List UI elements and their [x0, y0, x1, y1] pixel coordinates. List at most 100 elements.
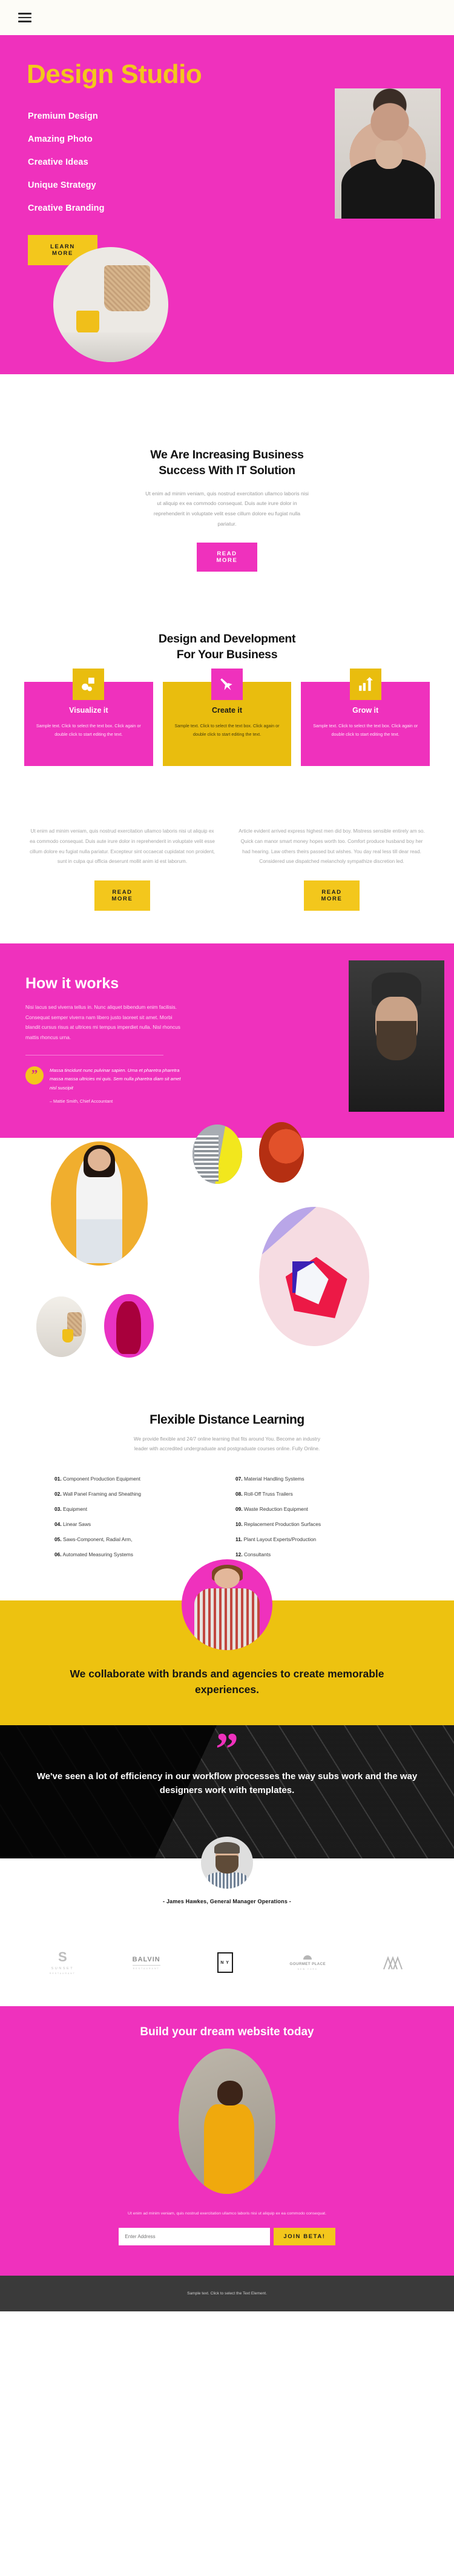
- avatar: [201, 1837, 253, 1889]
- learning-list: 01. Component Production Equipment 02. W…: [28, 1476, 426, 1567]
- list-item[interactable]: 10. Replacement Production Surfaces: [235, 1521, 400, 1527]
- footer-text: Sample text. Click to select the Text El…: [187, 2291, 267, 2296]
- laptop-workspace-image: [53, 247, 168, 362]
- service-card-text: Sample text. Click to select the text bo…: [36, 723, 141, 737]
- gallery-image-building: [192, 1124, 242, 1184]
- learning-list-right: 07. Material Handling Systems 08. Roll-O…: [235, 1476, 400, 1567]
- how-quote-author: – Mattie Smith, Chief Accountant: [50, 1098, 113, 1104]
- gourmet-place-logo: GOURMET PLACE NEW YORK: [290, 1955, 326, 1970]
- join-beta-button[interactable]: JOIN BETA!: [274, 2227, 335, 2245]
- mountain-logo: [383, 1955, 404, 1970]
- sunset-logo-mark: S: [58, 1949, 67, 1965]
- dome-icon: [303, 1955, 312, 1960]
- man-yellow-jacket-image: [179, 2049, 275, 2195]
- service-card-title: Visualize it: [69, 706, 108, 715]
- list-item[interactable]: 09. Waste Reduction Equipment: [235, 1506, 400, 1512]
- collaborate-section: We collaborate with brands and agencies …: [0, 1559, 454, 1726]
- list-item[interactable]: 04. Linear Saws: [54, 1521, 219, 1527]
- learning-paragraph: We provide flexible and 24/7 online lear…: [134, 1436, 320, 1451]
- subscribe-paragraph: Ut enim ad minim veniam, quis nostrud ex…: [128, 2211, 326, 2216]
- how-it-works-section: How it works Nisi lacus sed viverra tell…: [0, 943, 454, 1138]
- quote-mark-icon: ”: [215, 1725, 239, 1775]
- right-read-more-button[interactable]: READ MORE: [304, 880, 360, 911]
- service-card-text: Sample text. Click to select the text bo…: [313, 723, 418, 737]
- list-item[interactable]: 11. Plant Layout Experts/Production: [235, 1536, 400, 1542]
- list-item[interactable]: 02. Wall Panel Framing and Sheathing: [54, 1491, 219, 1497]
- list-item[interactable]: 05. Saws-Component, Radial Arm,: [54, 1536, 219, 1542]
- hero-section: Design Studio Premium Design Amazing Pho…: [0, 35, 454, 374]
- service-card-create[interactable]: Create it Sample text. Click to select t…: [162, 669, 292, 766]
- intro-paragraph: Ut enim ad minim veniam, quis nostrud ex…: [145, 490, 309, 527]
- testimonial-author-name: - James Hawkes, General Manager Operatio…: [163, 1898, 291, 1905]
- service-card-title: Create it: [211, 706, 243, 715]
- client-logos-section: S SUNSET RESTAURANT BALVIN RESTAURANT N …: [0, 1925, 454, 2007]
- intro-heading-line1: We Are Increasing Business: [150, 448, 304, 461]
- learning-heading: Flexible Distance Learning: [150, 1412, 304, 1427]
- gourmet-place-logo-title: GOURMET PLACE: [289, 1961, 326, 1966]
- gourmet-place-logo-sub: NEW YORK: [297, 1967, 318, 1970]
- left-paragraph: Ut enim ad minim veniam, quis nostrud ex…: [30, 828, 215, 865]
- gallery-image-envelope: [259, 1206, 369, 1346]
- intro-read-more-button[interactable]: READ MORE: [197, 542, 257, 572]
- divider: [132, 1964, 160, 1966]
- left-read-more-button[interactable]: READ MORE: [94, 880, 150, 911]
- quote-mark-icon: ”: [25, 1066, 44, 1085]
- gallery-image-pink-portrait: [104, 1293, 154, 1358]
- mountain-icon: [383, 1956, 403, 1970]
- text-column-left: Ut enim ad minim veniam, quis nostrud ex…: [28, 827, 217, 911]
- image-gallery-section: [0, 1121, 454, 1392]
- list-item[interactable]: 12. Consultants: [235, 1551, 400, 1557]
- services-heading-line1: Design and Development: [158, 632, 296, 646]
- gallery-image-red-fabric: [259, 1121, 304, 1183]
- email-field[interactable]: [119, 2227, 271, 2245]
- subscribe-form: JOIN BETA!: [36, 2227, 418, 2245]
- learning-list-left: 01. Component Production Equipment 02. W…: [54, 1476, 219, 1567]
- top-bar: [0, 0, 454, 35]
- service-card-visualize[interactable]: Visualize it Sample text. Click to selec…: [24, 669, 153, 766]
- gallery-image-desk: [36, 1296, 86, 1357]
- services-section: Design and Development For Your Business…: [0, 606, 454, 790]
- ny-logo: N Y: [217, 1952, 233, 1973]
- service-card-grow[interactable]: Grow it Sample text. Click to select the…: [301, 669, 430, 766]
- bar-chart-growth-icon: [349, 669, 381, 701]
- hamburger-menu-icon[interactable]: [18, 10, 31, 25]
- intro-heading-line2: Success With IT Solution: [159, 464, 295, 478]
- intro-section: We Are Increasing Business Success With …: [0, 374, 454, 606]
- subscribe-section: Build your dream website today Ut enim a…: [0, 2006, 454, 2276]
- text-column-right: Article evident arrived express highest …: [237, 827, 426, 911]
- sunset-logo-title: SUNSET: [51, 1967, 74, 1971]
- landing-page: Design Studio Premium Design Amazing Pho…: [0, 0, 454, 2311]
- bearded-man-image: [349, 960, 444, 1112]
- collaborate-heading: We collaborate with brands and agencies …: [70, 1667, 384, 1696]
- testimonial-author-section: - James Hawkes, General Manager Operatio…: [0, 1837, 454, 1926]
- sunset-logo-sub: RESTAURANT: [50, 1972, 76, 1975]
- page-title: Design Studio: [27, 59, 202, 89]
- young-man-portrait-image: [182, 1559, 272, 1650]
- testimonial-quote: We've seen a lot of efficiency in our wo…: [36, 1771, 418, 1795]
- list-item[interactable]: 07. Material Handling Systems: [235, 1476, 400, 1482]
- intro-heading: We Are Increasing Business Success With …: [54, 447, 400, 479]
- shapes-icon: [73, 669, 105, 701]
- balvin-logo-title: BALVIN: [132, 1955, 160, 1963]
- services-heading-line2: For Your Business: [176, 647, 278, 661]
- list-item[interactable]: 01. Component Production Equipment: [54, 1476, 219, 1482]
- hero-portrait-image: [335, 88, 441, 219]
- right-paragraph: Article evident arrived express highest …: [239, 828, 425, 865]
- service-cards: Visualize it Sample text. Click to selec…: [0, 669, 454, 766]
- sunset-logo: S SUNSET RESTAURANT: [50, 1950, 76, 1975]
- how-it-works-heading: How it works: [25, 975, 119, 992]
- list-item[interactable]: 03. Equipment: [54, 1506, 219, 1512]
- two-column-text-section: Ut enim ad minim veniam, quis nostrud ex…: [0, 790, 454, 943]
- list-item[interactable]: 08. Roll-Off Truss Trailers: [235, 1491, 400, 1497]
- pen-nib-icon: [211, 669, 243, 701]
- service-card-title: Grow it: [352, 706, 379, 715]
- how-it-works-paragraph: Nisi lacus sed viverra tellus in. Nunc a…: [25, 1004, 180, 1040]
- how-quote-text: Massa tincidunt nunc pulvinar sapien. Ur…: [50, 1067, 181, 1091]
- page-footer: Sample text. Click to select the Text El…: [0, 2275, 454, 2311]
- balvin-logo: BALVIN RESTAURANT: [132, 1955, 160, 1970]
- list-item[interactable]: 06. Automated Measuring Systems: [54, 1551, 219, 1557]
- gallery-image-woman-yellow: [51, 1141, 148, 1266]
- services-heading: Design and Development For Your Business: [0, 631, 454, 663]
- balvin-logo-sub: RESTAURANT: [133, 1967, 160, 1970]
- service-card-text: Sample text. Click to select the text bo…: [174, 723, 280, 737]
